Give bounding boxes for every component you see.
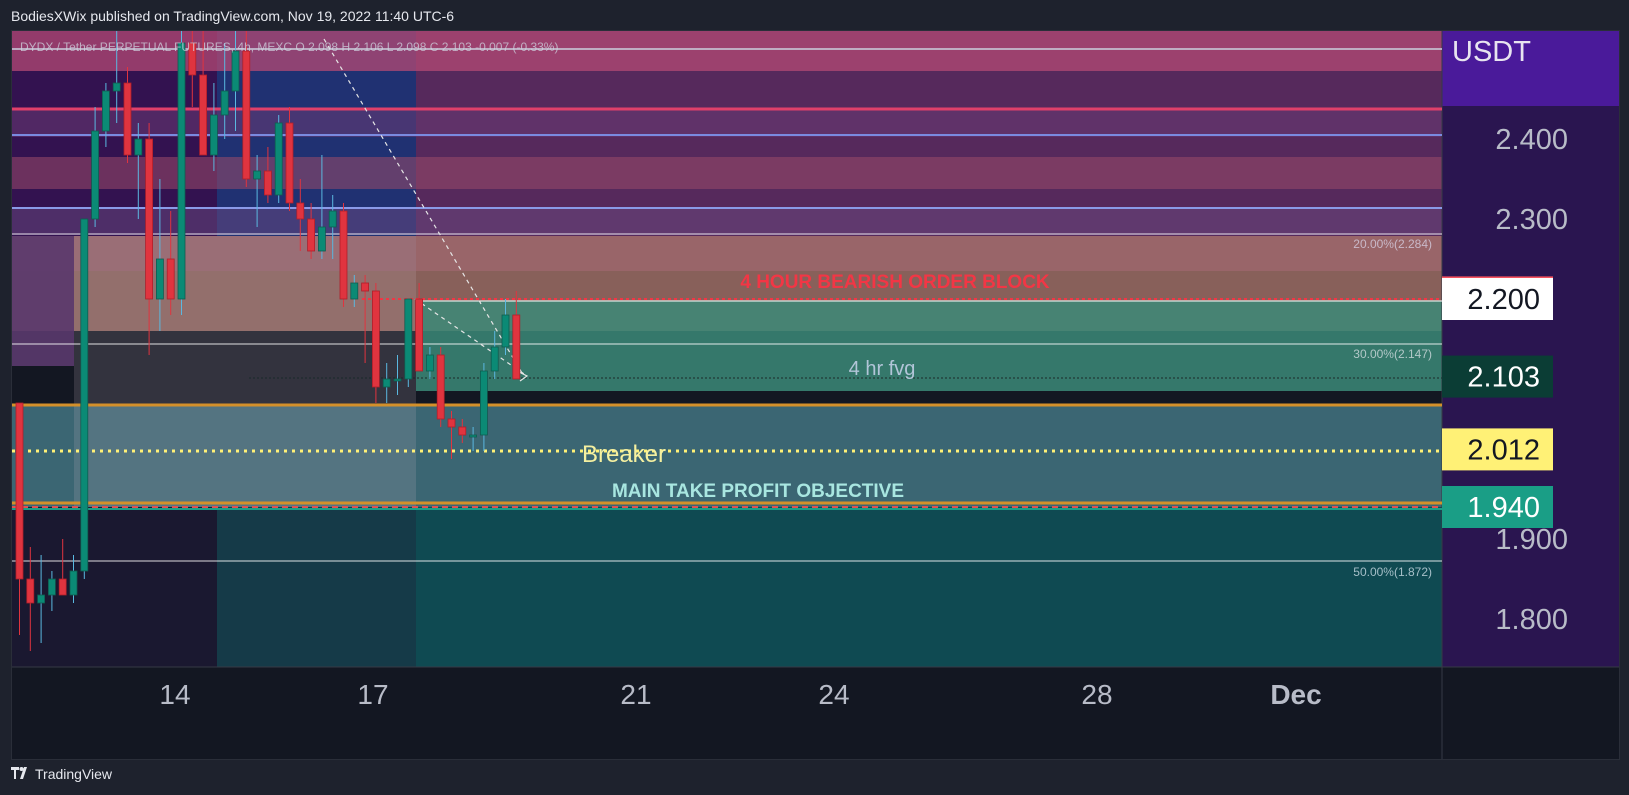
time-tick-label: 24	[818, 679, 849, 710]
candle	[458, 426, 467, 436]
candle	[155, 258, 164, 300]
price-tag-label: 2.200	[1467, 284, 1540, 316]
breaker-label: Breaker	[582, 441, 666, 468]
candle	[285, 122, 294, 204]
candle	[436, 354, 445, 420]
candle	[58, 578, 67, 596]
candle	[231, 50, 240, 92]
candle	[307, 218, 316, 252]
candle	[339, 210, 348, 300]
candle	[274, 122, 283, 196]
candle	[91, 130, 99, 220]
discount-zone-left	[12, 507, 217, 667]
candle	[425, 354, 434, 372]
candle	[361, 282, 370, 292]
time-tick-label: 28	[1081, 679, 1112, 710]
candle	[447, 418, 456, 428]
candle	[296, 202, 305, 220]
candle	[69, 570, 78, 596]
symbol-legend[interactable]: DYDX / Tether PERPETUAL FUTURES, 4h, MEX…	[20, 40, 558, 54]
candle	[393, 378, 402, 382]
candle	[199, 74, 208, 156]
discount-zone-mid	[217, 507, 416, 667]
order-block-label: 4 HOUR BEARISH ORDER BLOCK	[740, 272, 1050, 293]
fvg-label: 4 hr fvg	[849, 358, 916, 380]
candle	[328, 210, 337, 228]
fib-label-20: 20.00%(2.284)	[1353, 237, 1432, 251]
candle	[479, 370, 488, 436]
candle	[350, 282, 359, 300]
candle	[242, 50, 251, 180]
time-axis-bg	[12, 667, 1619, 759]
chart-panel[interactable]: 20.00%(2.284) 30.00%(2.147) 50.00%(1.872…	[11, 30, 1620, 760]
candlestick-chart[interactable]: 20.00%(2.284) 30.00%(2.147) 50.00%(1.872…	[12, 31, 1619, 759]
candle	[490, 346, 499, 372]
time-tick-label: Dec	[1270, 679, 1321, 710]
candle	[177, 42, 186, 300]
candle	[415, 298, 424, 372]
zone-band-3	[12, 209, 1442, 235]
candle	[404, 298, 413, 380]
price-tick-label: 1.900	[1495, 524, 1568, 556]
zone-band-2	[12, 157, 1442, 189]
price-tick-label: 2.300	[1495, 204, 1568, 236]
candle	[123, 82, 132, 156]
candle	[37, 594, 46, 604]
order-block-left-dark	[12, 236, 74, 366]
candle	[80, 218, 89, 572]
price-tick-label: 1.800	[1495, 604, 1568, 636]
candle	[26, 578, 35, 604]
candle	[317, 226, 326, 252]
time-tick-label: 14	[159, 679, 190, 710]
currency-label[interactable]: USDT	[1452, 36, 1531, 68]
footer-brand-label: TradingView	[35, 766, 113, 782]
candle	[371, 290, 380, 388]
price-tick-label: 2.400	[1495, 124, 1568, 156]
candle	[209, 114, 218, 156]
price-tag-label: 1.940	[1467, 492, 1540, 524]
time-tick-label: 17	[357, 679, 388, 710]
time-tick-label: 21	[620, 679, 651, 710]
candle	[112, 82, 121, 92]
candle	[220, 90, 229, 116]
price-tag-label: 2.103	[1467, 362, 1540, 394]
candle	[134, 138, 143, 156]
tradingview-logo-icon	[11, 766, 31, 782]
candle	[253, 170, 262, 180]
candle	[263, 170, 272, 196]
candle	[501, 314, 510, 348]
footer-brand[interactable]: TradingView	[11, 766, 112, 782]
candle	[102, 90, 110, 132]
fib-label-50: 50.00%(1.872)	[1353, 565, 1432, 579]
publisher-attribution: BodiesXWix published on TradingView.com,…	[11, 8, 455, 24]
candle	[512, 314, 521, 380]
candle	[382, 378, 391, 388]
candle	[145, 138, 154, 300]
price-tag-label: 2.012	[1467, 434, 1540, 466]
take-profit-label: MAIN TAKE PROFIT OBJECTIVE	[612, 481, 904, 502]
discount-zone	[416, 507, 1442, 667]
fib-label-30: 30.00%(2.147)	[1353, 347, 1432, 361]
candle	[166, 258, 175, 300]
candle	[469, 434, 478, 438]
candle	[48, 578, 56, 596]
candle	[15, 402, 24, 580]
